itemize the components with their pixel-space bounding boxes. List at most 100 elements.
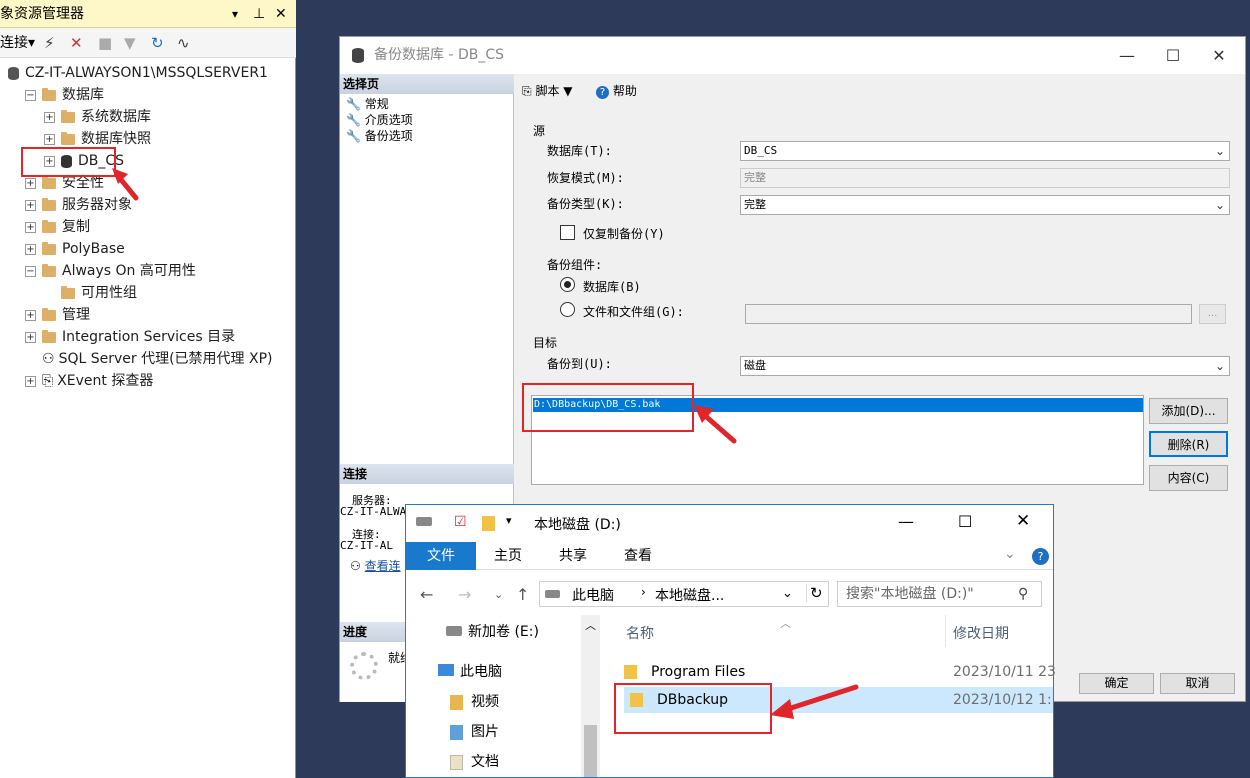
file-modified: 2023/10/11 23 [953, 664, 1056, 680]
component-database-radio[interactable] [560, 277, 575, 292]
activity-monitor-icon[interactable]: ∿ [177, 28, 190, 58]
expand-icon[interactable]: + [44, 111, 55, 123]
component-files-radio[interactable] [560, 302, 575, 317]
chevron-down-icon[interactable]: ⌄ [1004, 546, 1016, 562]
refresh-icon[interactable]: ↻ [806, 584, 823, 602]
database-select[interactable]: DB_CS ⌄ [740, 141, 1230, 161]
minimize-button[interactable]: — [1104, 37, 1150, 74]
tree-node[interactable]: + Integration Services 目录 [25, 326, 235, 348]
expand-icon[interactable]: + [25, 331, 36, 343]
breadcrumb-this-pc[interactable]: 此电脑 [572, 585, 614, 605]
nav-scrollbar[interactable]: ︿ [581, 615, 600, 777]
add-button[interactable]: 添加(D)... [1149, 398, 1228, 424]
explorer-title: 本地磁盘 (D:) [534, 517, 621, 533]
contents-button[interactable]: 内容(C) [1149, 465, 1228, 491]
back-icon[interactable]: ← [420, 583, 433, 607]
recent-icon[interactable]: ⌄ [494, 583, 503, 607]
chevron-down-icon[interactable]: ▾ [506, 514, 512, 527]
column-modified-header[interactable]: 修改日期 [953, 623, 1009, 643]
help-icon[interactable]: ? [1032, 548, 1049, 565]
maximize-button[interactable]: ☐ [958, 512, 972, 531]
tab-home[interactable]: 主页 [478, 542, 538, 570]
copy-only-checkbox[interactable] [560, 225, 575, 240]
tree-node[interactable]: ⚇ SQL Server 代理(已禁用代理 XP) [25, 348, 273, 370]
page-media-options[interactable]: 🔧 介质选项 [346, 112, 413, 128]
remove-button[interactable]: 删除(R) [1149, 431, 1228, 457]
tree-node[interactable]: + 管理 [25, 304, 90, 326]
cancel-button[interactable]: 取消 [1160, 673, 1235, 694]
collapse-icon[interactable]: − [25, 265, 36, 277]
nav-documents[interactable]: 文档 [450, 749, 499, 775]
tree-node[interactable]: + ⎘ XEvent 探查器 [25, 370, 153, 392]
expand-icon[interactable]: + [25, 309, 36, 321]
tree-node[interactable]: + PolyBase [25, 238, 125, 260]
script-button[interactable]: ⎘ 脚本 ▼ [522, 82, 573, 99]
scrollbar-thumb[interactable] [584, 725, 597, 777]
pin-icon[interactable]: ⊥ [253, 0, 265, 27]
nav-pictures[interactable]: 图片 [450, 719, 499, 745]
breadcrumb-separator-icon: › [641, 585, 646, 599]
ok-button[interactable]: 确定 [1079, 673, 1154, 694]
dropdown-icon[interactable]: ▾ [232, 0, 238, 27]
tree-node[interactable]: − Always On 高可用性 [25, 260, 196, 282]
tree-node[interactable]: + 复制 [25, 216, 90, 238]
folder-icon[interactable] [482, 516, 495, 531]
files-filegroups-field [745, 304, 1192, 324]
search-input[interactable]: 搜索"本地磁盘 (D:)" ⚲ [837, 581, 1042, 607]
close-button[interactable]: ✕ [1196, 37, 1242, 74]
tree-node-label: XEvent 探查器 [57, 373, 154, 389]
tree-node[interactable]: + 服务器对象 [25, 194, 132, 216]
tab-share[interactable]: 共享 [543, 542, 603, 570]
expand-icon[interactable]: + [25, 221, 36, 233]
help-button[interactable]: ? 帮助 [596, 82, 637, 99]
maximize-button[interactable]: ☐ [1150, 37, 1196, 74]
tree-node[interactable]: CZ-IT-ALWAYSON1\MSSQLSERVER1 [8, 62, 268, 84]
file-row-program-files[interactable]: Program Files 2023/10/11 23 [624, 659, 1056, 685]
tree-node[interactable]: − 数据库 [25, 84, 104, 106]
scroll-up-icon[interactable]: ︿ [585, 617, 596, 633]
ribbon: 文件 主页 共享 查看 ⌄ ? [406, 542, 1053, 570]
close-button[interactable]: ✕ [1016, 511, 1030, 531]
connection-value: CZ-IT-AL [340, 539, 393, 552]
browse-button[interactable]: ... [1199, 304, 1226, 324]
tree-node-label: 数据库 [62, 87, 104, 103]
tab-file[interactable]: 文件 [406, 542, 476, 570]
tree-node-label: 复制 [62, 219, 90, 235]
expand-icon[interactable]: + [25, 243, 36, 255]
nav-label: 视频 [471, 694, 499, 710]
connect-plug-icon[interactable]: ⚡ [44, 28, 55, 58]
nav-videos[interactable]: 视频 [450, 689, 499, 715]
address-bar[interactable]: 此电脑 › 本地磁盘... ⌄ ↻ [539, 581, 829, 607]
properties-icon[interactable]: ☑ [454, 514, 467, 530]
view-connection-link[interactable]: ⚇ 查看连 [350, 557, 401, 574]
expand-icon[interactable]: + [25, 375, 36, 387]
filter-icon[interactable]: ▼ [124, 28, 136, 58]
expand-icon[interactable]: + [25, 177, 36, 189]
disconnect-icon[interactable]: ✕ [70, 28, 83, 58]
expand-icon[interactable]: + [44, 133, 55, 145]
tree-node[interactable]: 可用性组 [44, 282, 137, 304]
forward-icon[interactable]: → [458, 583, 471, 607]
tree-node[interactable]: + 系统数据库 [44, 106, 151, 128]
tab-view[interactable]: 查看 [608, 542, 668, 570]
backup-to-select[interactable]: 磁盘 ⌄ [740, 356, 1230, 376]
minimize-button[interactable]: — [898, 512, 914, 531]
nav-new-volume-e[interactable]: 新加卷 (E:) [446, 619, 539, 645]
connect-button[interactable]: 连接▾ [0, 28, 35, 58]
recovery-model-field: 完整 [740, 168, 1230, 188]
expand-icon[interactable]: + [25, 199, 36, 211]
refresh-icon[interactable]: ↻ [151, 28, 164, 58]
collapse-icon[interactable]: − [25, 89, 36, 101]
chevron-down-icon[interactable]: ⌄ [782, 586, 793, 601]
stop-icon[interactable]: ■ [98, 28, 112, 58]
backup-type-select[interactable]: 完整 ⌄ [740, 195, 1230, 215]
breadcrumb-drive[interactable]: 本地磁盘... [655, 585, 724, 605]
up-icon[interactable]: ↑ [516, 583, 529, 607]
column-name-header[interactable]: 名称 [626, 623, 654, 643]
page-general[interactable]: 🔧 常规 [346, 96, 389, 112]
page-backup-options[interactable]: 🔧 备份选项 [346, 128, 413, 144]
close-icon[interactable]: ✕ [275, 0, 287, 27]
server-icon [8, 66, 19, 80]
nav-this-pc[interactable]: 此电脑 [438, 659, 502, 685]
page-label: 常规 [364, 97, 389, 111]
